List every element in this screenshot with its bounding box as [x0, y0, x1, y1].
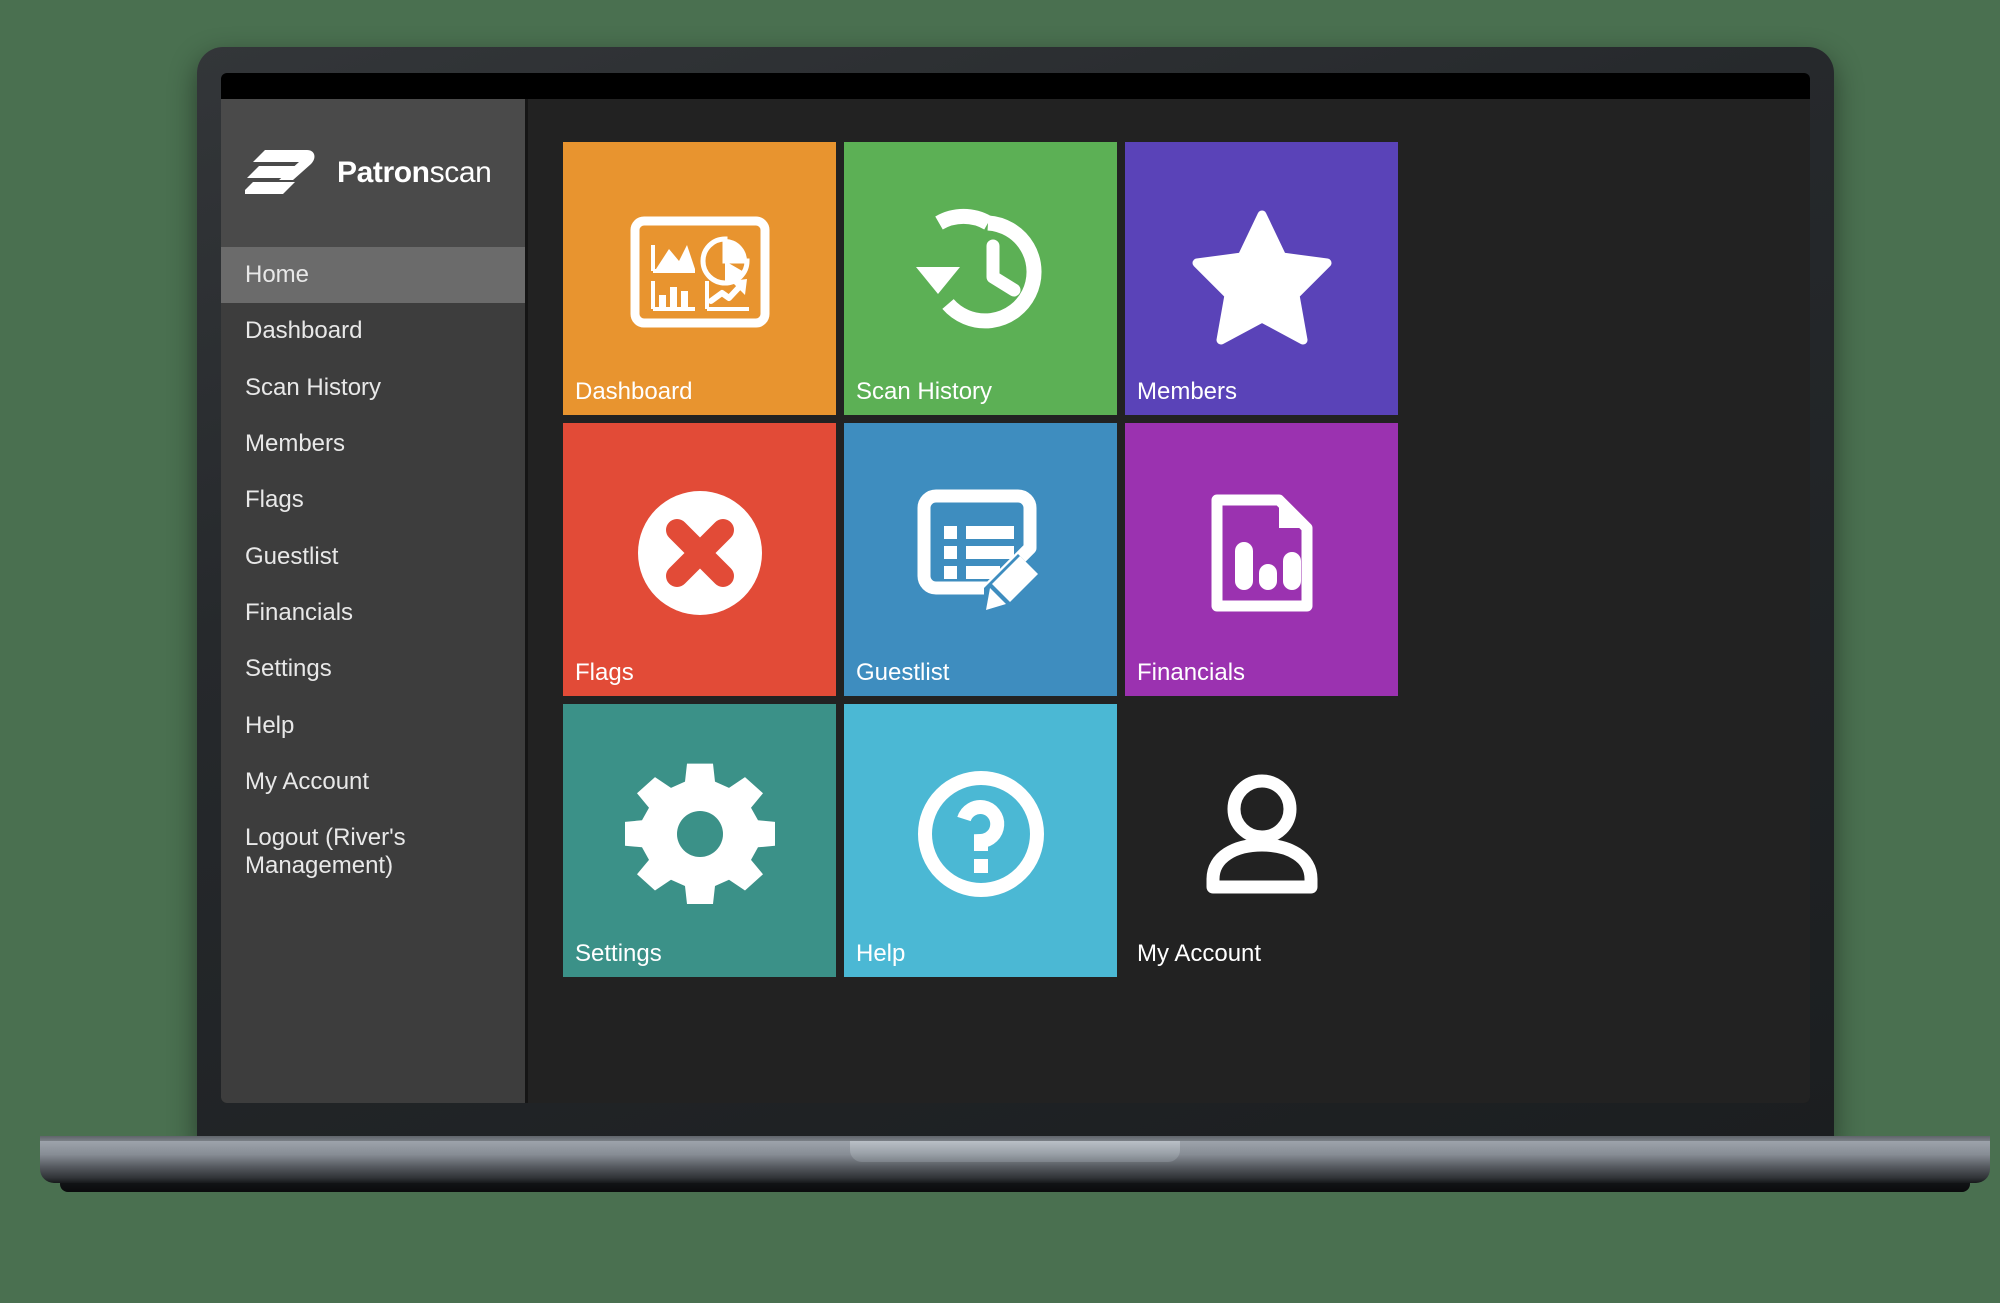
laptop-foot: [60, 1183, 1970, 1192]
tile-label-members: Members: [1137, 378, 1238, 405]
sidebar-item-scan-history[interactable]: Scan History: [221, 360, 525, 416]
tile-label-my-account: My Account: [1137, 940, 1262, 967]
sidebar: Patronscan Home Dashboard Scan History M…: [221, 99, 528, 1103]
tile-label-flags: Flags: [575, 659, 634, 686]
tile-guestlist[interactable]: Guestlist: [844, 423, 1117, 696]
sidebar-item-flags[interactable]: Flags: [221, 472, 525, 528]
sidebar-item-home[interactable]: Home: [221, 247, 525, 304]
circle-x-icon: [625, 478, 775, 628]
tile-financials[interactable]: Financials: [1125, 423, 1398, 696]
sidebar-item-logout[interactable]: Logout (River's Management): [221, 810, 461, 895]
tile-label-settings: Settings: [575, 940, 662, 967]
sidebar-nav: Home Dashboard Scan History Members Flag…: [221, 247, 525, 895]
tile-label-dashboard: Dashboard: [575, 378, 693, 405]
sidebar-item-dashboard[interactable]: Dashboard: [221, 303, 525, 359]
tile-label-scan-history: Scan History: [856, 378, 993, 405]
tile-label-guestlist: Guestlist: [856, 659, 950, 686]
main-content: Dashboard Scan History Members Flags Gue…: [528, 99, 1810, 1103]
tile-label-financials: Financials: [1137, 659, 1246, 686]
sidebar-item-members[interactable]: Members: [221, 416, 525, 472]
tile-settings[interactable]: Settings: [563, 704, 836, 977]
brand-header: Patronscan: [221, 99, 525, 247]
tile-grid: Dashboard Scan History Members Flags Gue…: [563, 142, 1810, 977]
gear-icon: [624, 759, 775, 909]
question-circle-icon: [906, 759, 1056, 909]
laptop-lid: Patronscan Home Dashboard Scan History M…: [197, 47, 1834, 1147]
tile-my-account[interactable]: My Account: [1125, 704, 1398, 977]
app-screen: Patronscan Home Dashboard Scan History M…: [221, 99, 1810, 1103]
tile-scan-history[interactable]: Scan History: [844, 142, 1117, 415]
laptop-bezel: Patronscan Home Dashboard Scan History M…: [221, 73, 1810, 1103]
tile-dashboard[interactable]: Dashboard: [563, 142, 836, 415]
brand-name: Patronscan: [337, 156, 492, 190]
patronscan-logo-icon: [241, 148, 321, 198]
sidebar-item-financials[interactable]: Financials: [221, 585, 525, 641]
sidebar-item-guestlist[interactable]: Guestlist: [221, 529, 525, 585]
laptop-scene: Patronscan Home Dashboard Scan History M…: [0, 0, 2000, 1303]
sidebar-item-help[interactable]: Help: [221, 698, 525, 754]
brand-name-bold: Patron: [337, 156, 430, 189]
laptop-base: [40, 1141, 1990, 1183]
tile-help[interactable]: Help: [844, 704, 1117, 977]
history-clock-icon: [906, 197, 1056, 347]
sidebar-item-settings[interactable]: Settings: [221, 641, 525, 697]
brand-name-light: scan: [429, 156, 492, 189]
tile-label-help: Help: [856, 940, 906, 967]
laptop-base-notch: [850, 1141, 1180, 1162]
document-bar-chart-icon: [1187, 478, 1337, 628]
tile-flags[interactable]: Flags: [563, 423, 836, 696]
tile-members[interactable]: Members: [1125, 142, 1398, 415]
sidebar-item-my-account[interactable]: My Account: [221, 754, 525, 810]
dashboard-charts-icon: [625, 197, 775, 347]
person-icon: [1187, 759, 1337, 909]
list-pencil-icon: [906, 478, 1056, 628]
star-icon: [1187, 197, 1337, 347]
